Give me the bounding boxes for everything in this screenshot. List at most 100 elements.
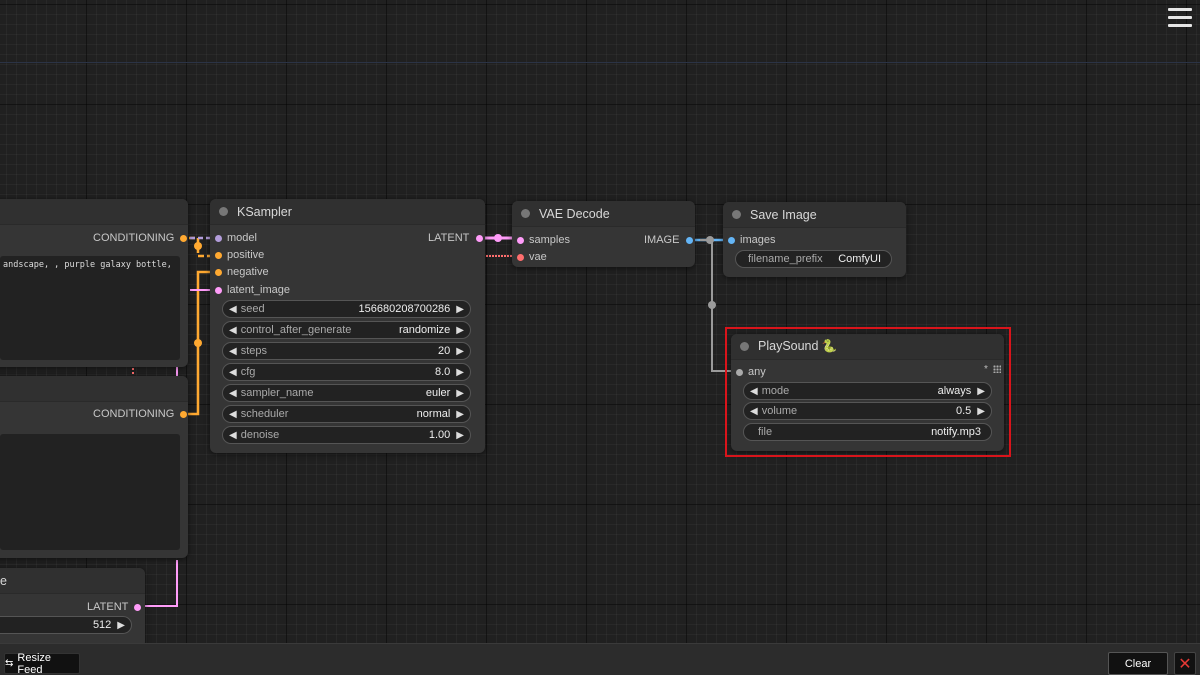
clear-label: Clear [1124, 657, 1152, 670]
vae-input-slot[interactable]: vae [517, 250, 547, 264]
images-input-dot[interactable] [728, 236, 735, 244]
images-input-slot[interactable]: images [728, 233, 775, 247]
width-value: 512 [92, 619, 112, 631]
decrement-arrow-icon[interactable]: ◀ [229, 367, 237, 378]
decrement-arrow-icon[interactable]: ◀ [229, 388, 237, 399]
scheduler-value: normal [416, 408, 451, 420]
conditioning-output-dot[interactable] [180, 234, 188, 242]
increment-arrow-icon[interactable]: ▶ [456, 367, 464, 378]
latent-output-slot-left[interactable]: LATENT [87, 600, 142, 614]
decrement-arrow-icon[interactable]: ◀ [229, 304, 237, 315]
latent-output-label-left: LATENT [87, 601, 129, 613]
model-input-slot[interactable]: model [215, 231, 257, 245]
decrement-arrow-icon[interactable]: ◀ [229, 346, 237, 357]
images-input-label: images [740, 234, 776, 246]
steps-value: 20 [438, 345, 451, 357]
conditioning-output-label-bottom: CONDITIONING [93, 408, 175, 420]
conditioning-output-dot-bottom[interactable] [180, 410, 188, 418]
control-after-generate-value: randomize [398, 324, 451, 336]
vae-decode-node[interactable]: VAE Decode samples vae IMAGE [512, 201, 695, 267]
increment-arrow-icon[interactable]: ▶ [117, 620, 125, 631]
cfg-label: cfg [240, 366, 256, 378]
denoise-widget[interactable]: ◀ denoise 1.00 ▶ [222, 426, 471, 444]
samples-input-dot[interactable] [517, 236, 524, 244]
denoise-label: denoise [240, 429, 280, 441]
increment-arrow-icon[interactable]: ▶ [456, 325, 464, 336]
ksampler-node[interactable]: KSampler model positive negative latent_… [210, 199, 485, 453]
sampler-name-widget[interactable]: ◀ sampler_name euler ▶ [222, 384, 471, 402]
width-widget[interactable]: 512 ▶ [0, 616, 132, 634]
collapse-dot-icon[interactable] [219, 207, 228, 216]
filename-prefix-value: ComfyUI [838, 253, 881, 265]
negative-input-label: negative [227, 266, 269, 278]
latent-image-input-slot[interactable]: latent_image [215, 283, 290, 297]
conditioning-output-label: CONDITIONING [93, 232, 175, 244]
steps-label: steps [240, 345, 267, 357]
resize-feed-button[interactable]: ⇆ Resize Feed [4, 651, 80, 675]
image-output-slot[interactable]: IMAGE [644, 233, 694, 247]
conditioning-output-slot-bottom[interactable]: CONDITIONING [93, 407, 188, 421]
prompt-textarea-top[interactable]: andscape, , purple galaxy bottle, [0, 256, 180, 360]
control-after-generate-label: control_after_generate [240, 324, 352, 336]
hamburger-menu-icon[interactable] [1168, 8, 1192, 28]
image-output-label: IMAGE [644, 234, 680, 246]
collapse-dot-icon[interactable] [732, 210, 741, 219]
latent-output-dot-left[interactable] [134, 603, 142, 611]
positive-input-dot[interactable] [215, 251, 222, 259]
save-image-node[interactable]: Save Image images filename_prefix ComfyU… [723, 202, 906, 277]
positive-input-label: positive [227, 249, 265, 261]
cfg-widget[interactable]: ◀ cfg 8.0 ▶ [222, 363, 471, 381]
negative-input-dot[interactable] [215, 268, 222, 276]
increment-arrow-icon[interactable]: ▶ [456, 304, 464, 315]
latent-image-input-dot[interactable] [215, 286, 222, 294]
samples-input-label: samples [529, 234, 570, 246]
prompt-text-top: andscape, , purple galaxy bottle, [3, 260, 172, 270]
increment-arrow-icon[interactable]: ▶ [456, 388, 464, 399]
scheduler-label: scheduler [240, 408, 289, 420]
vae-input-label: vae [529, 251, 547, 263]
clip-text-encode-node-top[interactable]: CONDITIONING andscape, , purple galaxy b… [0, 199, 188, 367]
steps-widget[interactable]: ◀ steps 20 ▶ [222, 342, 471, 360]
latent-image-input-label: latent_image [227, 284, 290, 296]
resize-feed-label: Resize Feed [17, 651, 52, 675]
model-input-dot[interactable] [215, 234, 222, 242]
clip-text-encode-node-bottom[interactable]: CONDITIONING [0, 376, 188, 558]
seed-widget[interactable]: ◀ seed 156680208700286 ▶ [222, 300, 471, 318]
image-output-dot[interactable] [686, 236, 694, 244]
sampler-name-value: euler [425, 387, 451, 399]
denoise-value: 1.00 [428, 429, 451, 441]
increment-arrow-icon[interactable]: ▶ [456, 409, 464, 420]
seed-label: seed [240, 303, 265, 315]
vae-decode-title: VAE Decode [539, 206, 610, 221]
increment-arrow-icon[interactable]: ▶ [456, 430, 464, 441]
conditioning-output-slot[interactable]: CONDITIONING [93, 231, 188, 245]
negative-input-slot[interactable]: negative [215, 265, 269, 279]
canvas-top-divider [0, 62, 1200, 63]
samples-input-slot[interactable]: samples [517, 233, 570, 247]
decrement-arrow-icon[interactable]: ◀ [229, 430, 237, 441]
seed-value: 156680208700286 [358, 303, 451, 315]
vae-input-dot[interactable] [517, 253, 524, 261]
latent-output-slot[interactable]: LATENT [428, 231, 484, 245]
prompt-textarea-bottom[interactable] [0, 434, 180, 550]
empty-latent-node[interactable]: e LATENT 512 ▶ [0, 568, 145, 648]
filename-prefix-widget[interactable]: filename_prefix ComfyUI [735, 250, 892, 268]
control-after-generate-widget[interactable]: ◀ control_after_generate randomize ▶ [222, 321, 471, 339]
scheduler-widget[interactable]: ◀ scheduler normal ▶ [222, 405, 471, 423]
positive-input-slot[interactable]: positive [215, 248, 264, 262]
sampler-name-label: sampler_name [240, 387, 314, 399]
collapse-dot-icon[interactable] [521, 209, 530, 218]
clear-button[interactable]: Clear [1108, 652, 1168, 675]
latent-output-dot[interactable] [476, 234, 484, 242]
filename-prefix-label: filename_prefix [748, 253, 823, 265]
save-image-title: Save Image [750, 207, 817, 222]
ksampler-title: KSampler [237, 204, 292, 219]
decrement-arrow-icon[interactable]: ◀ [229, 325, 237, 336]
latent-output-label: LATENT [428, 232, 470, 244]
cfg-value: 8.0 [435, 366, 451, 378]
decrement-arrow-icon[interactable]: ◀ [229, 409, 237, 420]
close-icon[interactable]: ✕ [1174, 652, 1196, 675]
increment-arrow-icon[interactable]: ▶ [456, 346, 464, 357]
resize-arrows-icon: ⇆ [5, 658, 14, 669]
selection-highlight-box [725, 327, 1011, 457]
